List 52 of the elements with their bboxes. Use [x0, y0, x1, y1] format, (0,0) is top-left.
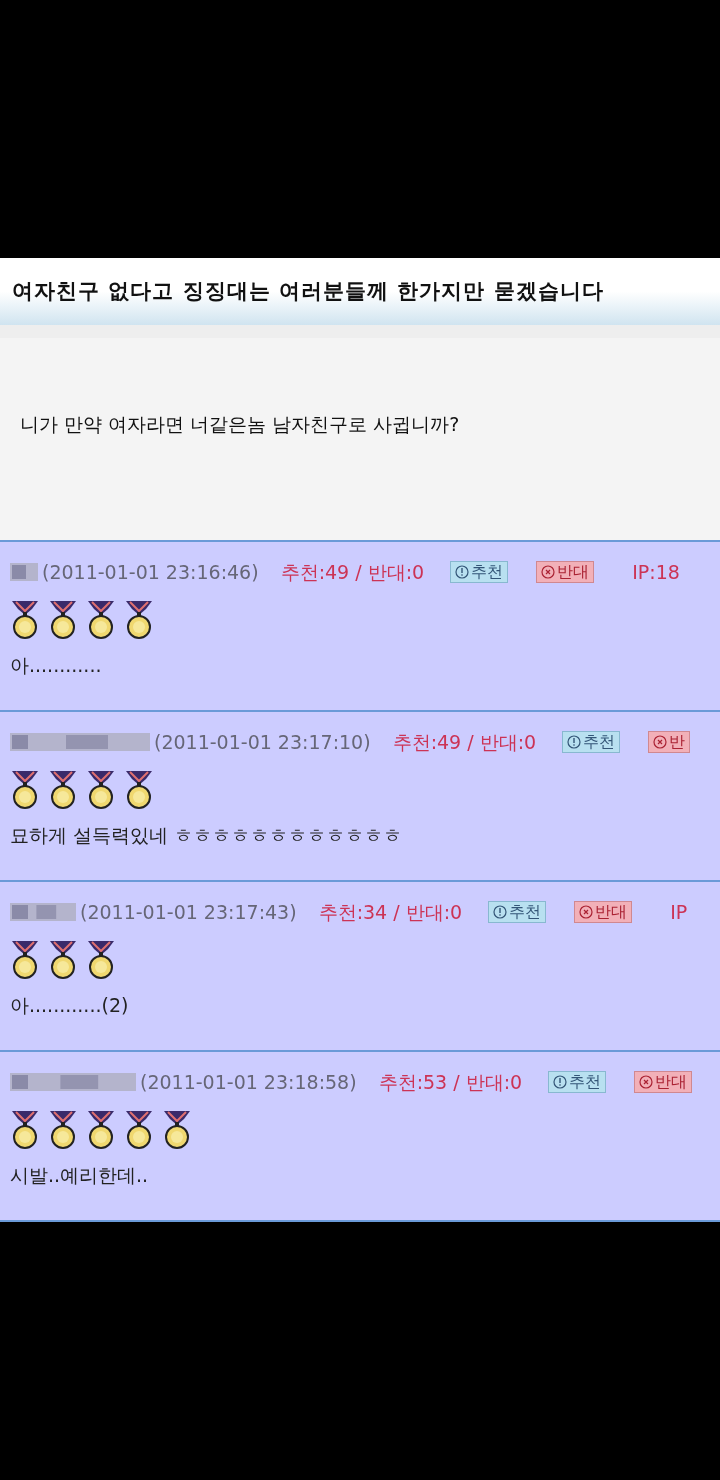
- medal-icon: [48, 938, 78, 979]
- recommend-button[interactable]: 추천: [548, 1071, 607, 1094]
- blurred-name-icon: [10, 901, 76, 924]
- exclamation-icon: [493, 905, 508, 920]
- medal-icon: [48, 1108, 78, 1149]
- comment-text: 시발..예리한데..: [10, 1162, 150, 1188]
- medal-icon: [124, 768, 154, 809]
- medal-icon: [10, 938, 40, 979]
- exclamation-icon: [553, 1075, 568, 1090]
- comment-date: (2011-01-01 23:17:10): [154, 730, 371, 755]
- medal-icon: [10, 598, 40, 639]
- blurred-name-icon: [10, 1071, 136, 1094]
- post-title: 여자친구 없다고 징징대는 여러분들께 한가지만 묻겠습니다: [12, 277, 604, 305]
- medal-icon: [48, 768, 78, 809]
- exclamation-icon: [567, 735, 582, 750]
- blurred-name-icon: [10, 731, 150, 754]
- ip-address: IP:18: [632, 560, 680, 585]
- oppose-button[interactable]: 반대: [634, 1071, 693, 1094]
- oppose-button[interactable]: 반대: [574, 901, 633, 924]
- comment-date: (2011-01-01 23:17:43): [80, 900, 297, 925]
- vote-count: 추천:49 / 반대:0: [280, 560, 425, 585]
- vote-count: 추천:34 / 반대:0: [318, 900, 463, 925]
- medal-icon: [124, 1108, 154, 1149]
- recommend-button[interactable]: 추천: [450, 561, 509, 584]
- medal-icon: [86, 598, 116, 639]
- medal-icon: [162, 1108, 192, 1149]
- recommend-button[interactable]: 추천: [562, 731, 621, 754]
- medal-icon: [124, 598, 154, 639]
- medal-icon: [86, 1108, 116, 1149]
- blurred-name-icon: [10, 561, 38, 584]
- medal-icon: [86, 938, 116, 979]
- comment-text: 아............: [10, 652, 103, 678]
- exclamation-icon: [455, 565, 470, 580]
- comment-text: 아............(2): [10, 992, 130, 1018]
- post-text: 니가 만약 여자라면 너같은놈 남자친구로 사귑니까?: [20, 413, 460, 435]
- comment-date: (2011-01-01 23:16:46): [42, 560, 259, 585]
- medal-icon: [10, 768, 40, 809]
- vote-count: 추천:53 / 반대:0: [378, 1070, 523, 1095]
- x-circle-icon: [541, 565, 556, 580]
- x-circle-icon: [653, 735, 668, 750]
- medal-icon: [48, 598, 78, 639]
- medal-icon: [10, 1108, 40, 1149]
- medal-icon: [86, 768, 116, 809]
- comment-text: 묘하게 설득력있네 ㅎㅎㅎㅎㅎㅎㅎㅎㅎㅎㅎㅎ: [10, 822, 404, 848]
- vote-count: 추천:49 / 반대:0: [392, 730, 537, 755]
- ip-address: IP: [670, 900, 688, 925]
- comment-date: (2011-01-01 23:18:58): [140, 1070, 357, 1095]
- recommend-button[interactable]: 추천: [488, 901, 547, 924]
- oppose-button[interactable]: 반대: [536, 561, 595, 584]
- oppose-button[interactable]: 반: [648, 731, 691, 754]
- x-circle-icon: [579, 905, 594, 920]
- x-circle-icon: [639, 1075, 654, 1090]
